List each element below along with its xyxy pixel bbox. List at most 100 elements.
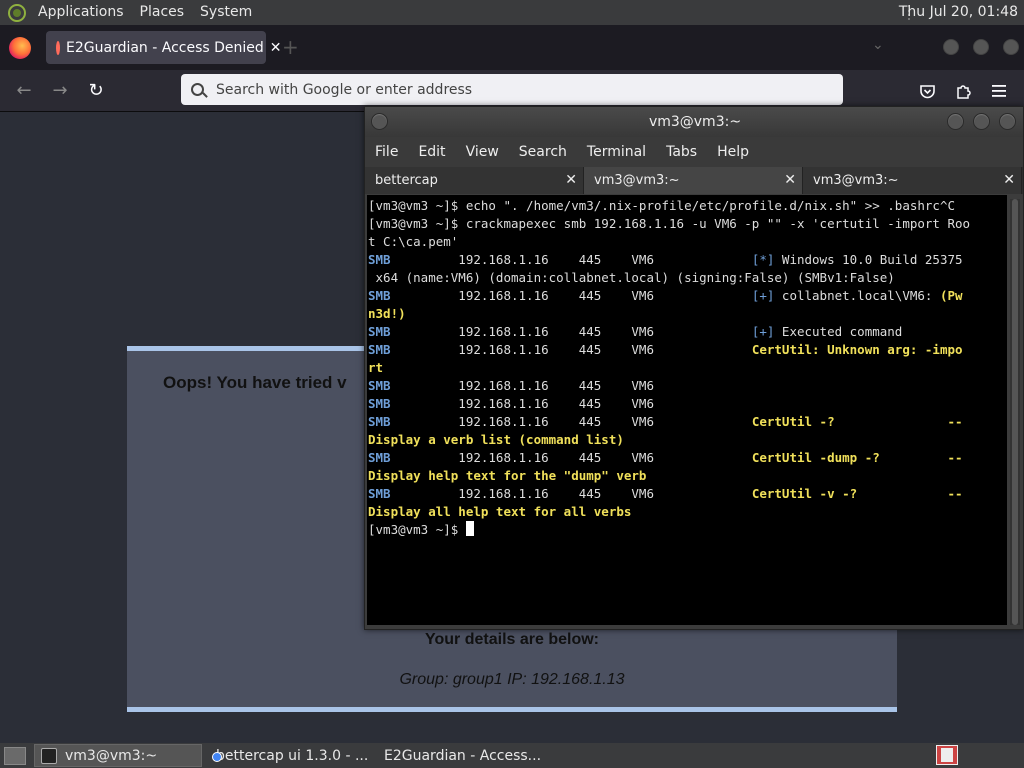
status-tag: [+] <box>751 288 775 303</box>
menu-tabs[interactable]: Tabs <box>656 144 707 160</box>
tab-close-icon[interactable]: ✕ <box>784 167 796 194</box>
terminal-tabs: bettercap ✕ vm3@vm3:~ ✕ vm3@vm3:~ ✕ <box>365 167 1023 194</box>
forward-arrow-icon[interactable]: → <box>48 79 72 103</box>
system-menu[interactable]: System <box>192 0 260 25</box>
line-text: collabnet.local\VM6: <box>774 288 940 303</box>
terminal-line: Display all help text for all verbs <box>368 504 632 519</box>
status-tag: [*] <box>751 252 775 267</box>
smb-tag: SMB <box>368 342 391 357</box>
smb-tag: SMB <box>368 378 391 393</box>
terminal-line: [vm3@vm3 ~]$ crackmapexec smb 192.168.1.… <box>368 216 971 231</box>
status-tag: [+] <box>751 324 775 339</box>
tab-close-icon[interactable]: ✕ <box>565 167 577 194</box>
menu-view[interactable]: View <box>456 144 509 160</box>
maximize-button[interactable] <box>973 113 990 130</box>
line-text: CertUtil -v -? -- <box>751 486 963 501</box>
terminal-line: SMB 192.168.1.16 445 VM6 [+] collabnet.l… <box>368 287 1007 305</box>
tab-title: E2Guardian - Access Denied <box>66 39 264 56</box>
terminal-tab-label: bettercap <box>375 173 438 188</box>
terminal-scrollbar[interactable] <box>1010 199 1020 625</box>
search-icon <box>191 83 204 96</box>
distro-logo-icon[interactable] <box>8 3 26 22</box>
terminal-prompt-line: [vm3@vm3 ~]$ <box>368 521 1007 539</box>
smb-tag: SMB <box>368 252 391 267</box>
terminal-line: SMB 192.168.1.16 445 VM6 [+] Executed co… <box>368 323 1007 341</box>
smb-tag: SMB <box>368 486 391 501</box>
terminal-line: SMB 192.168.1.16 445 VM6 CertUtil -dump … <box>368 449 1007 467</box>
extensions-icon[interactable] <box>955 82 973 100</box>
task-terminal[interactable]: vm3@vm3:~ <box>34 744 202 767</box>
menu-search[interactable]: Search <box>509 144 577 160</box>
e2guardian-favicon-icon <box>56 40 60 55</box>
places-menu[interactable]: Places <box>132 0 193 25</box>
tab-close-icon[interactable]: ✕ <box>270 40 282 56</box>
task-label: vm3@vm3:~ <box>65 747 158 764</box>
firefox-icon[interactable] <box>9 36 31 59</box>
tab-close-icon[interactable]: ✕ <box>1003 167 1015 194</box>
clock[interactable]: Thu Jul 20, 01:48 <box>899 0 1018 25</box>
menu-file[interactable]: File <box>365 144 408 160</box>
terminal-line: SMB 192.168.1.16 445 VM6 [*] Windows 10.… <box>368 251 1007 269</box>
terminal-tab-bettercap[interactable]: bettercap ✕ <box>365 167 584 194</box>
smb-tag: SMB <box>368 324 391 339</box>
tab-bar: E2Guardian - Access Denied ✕ + ⌄ <box>0 25 1024 70</box>
tab-e2guardian[interactable]: E2Guardian - Access Denied ✕ <box>46 31 282 64</box>
host-cols: 192.168.1.16 445 VM6 <box>390 450 752 465</box>
terminal-line: Display a verb list (command list) <box>368 432 624 447</box>
task-label: bettercap ui 1.3.0 - ... <box>216 747 369 764</box>
close-window-button[interactable] <box>1003 39 1019 55</box>
host-cols: 192.168.1.16 445 VM6 <box>390 378 752 393</box>
url-bar[interactable] <box>181 74 843 105</box>
minimize-button[interactable] <box>947 113 964 130</box>
workspace-switcher[interactable] <box>936 745 958 765</box>
denied-headline: Oops! You have tried v <box>163 373 347 392</box>
terminal-title: vm3@vm3:~ <box>648 114 742 130</box>
reload-icon[interactable]: ↻ <box>84 79 108 103</box>
line-text: CertUtil -dump -? -- <box>751 450 963 465</box>
terminal-line: n3d!) <box>368 306 406 321</box>
terminal-tab-label: vm3@vm3:~ <box>813 173 899 188</box>
show-desktop-button[interactable] <box>4 746 26 765</box>
menu-edit[interactable]: Edit <box>408 144 455 160</box>
smb-tag: SMB <box>368 414 391 429</box>
host-cols: 192.168.1.16 445 VM6 <box>390 324 752 339</box>
terminal-tab-vm3[interactable]: vm3@vm3:~ ✕ <box>803 167 1022 194</box>
line-text: CertUtil: Unknown arg: -impo <box>751 342 963 357</box>
applications-menu[interactable]: Applications <box>30 0 132 25</box>
details-line: Group: group1 IP: 192.168.1.13 <box>399 671 625 688</box>
terminal-output[interactable]: [vm3@vm3 ~]$ echo ". /home/vm3/.nix-prof… <box>367 195 1007 625</box>
terminal-line: SMB 192.168.1.16 445 VM6 <box>368 377 1007 395</box>
terminal-line: rt <box>368 360 384 375</box>
terminal-tab-vm3-active[interactable]: vm3@vm3:~ ✕ <box>584 167 803 194</box>
line-text: Windows 10.0 Build 25375 <box>774 252 963 267</box>
host-cols: 192.168.1.16 445 VM6 <box>390 414 752 429</box>
new-tab-button[interactable]: + <box>282 35 299 59</box>
task-chrome[interactable]: bettercap ui 1.3.0 - ... <box>202 744 368 767</box>
terminal-line: SMB 192.168.1.16 445 VM6 CertUtil -v -? … <box>368 485 1007 503</box>
details-heading: Your details are below: <box>425 631 599 648</box>
back-arrow-icon[interactable]: ← <box>12 79 36 103</box>
terminal-window: vm3@vm3:~ File Edit View Search Terminal… <box>364 106 1024 630</box>
terminal-line: [vm3@vm3 ~]$ echo ". /home/vm3/.nix-prof… <box>368 198 955 213</box>
terminal-line: x64 (name:VM6) (domain:collabnet.local) … <box>368 270 895 285</box>
maximize-button[interactable] <box>973 39 989 55</box>
terminal-line: t C:\ca.pem' <box>368 234 459 249</box>
list-all-tabs-chevron-icon[interactable]: ⌄ <box>872 37 884 53</box>
minimize-button[interactable] <box>943 39 959 55</box>
url-input[interactable] <box>216 81 816 98</box>
terminal-menubar: File Edit View Search Terminal Tabs Help <box>365 137 1023 167</box>
task-firefox[interactable]: E2Guardian - Access... <box>370 744 541 767</box>
pocket-icon[interactable] <box>919 83 936 100</box>
terminal-line: SMB 192.168.1.16 445 VM6 CertUtil -? -- <box>368 413 1007 431</box>
text-cursor <box>465 521 474 536</box>
terminal-line: SMB 192.168.1.16 445 VM6 <box>368 395 1007 413</box>
hamburger-menu-icon[interactable] <box>991 84 1007 98</box>
host-cols: 192.168.1.16 445 VM6 <box>390 486 752 501</box>
smb-tag: SMB <box>368 288 391 303</box>
prompt: [vm3@vm3 ~]$ <box>368 522 466 537</box>
terminal-titlebar[interactable]: vm3@vm3:~ <box>365 107 1023 137</box>
close-window-button[interactable] <box>999 113 1016 130</box>
top-panel: Applications Places System Thu Jul 20, 0… <box>0 0 1024 25</box>
menu-terminal[interactable]: Terminal <box>577 144 656 160</box>
menu-help[interactable]: Help <box>707 144 759 160</box>
